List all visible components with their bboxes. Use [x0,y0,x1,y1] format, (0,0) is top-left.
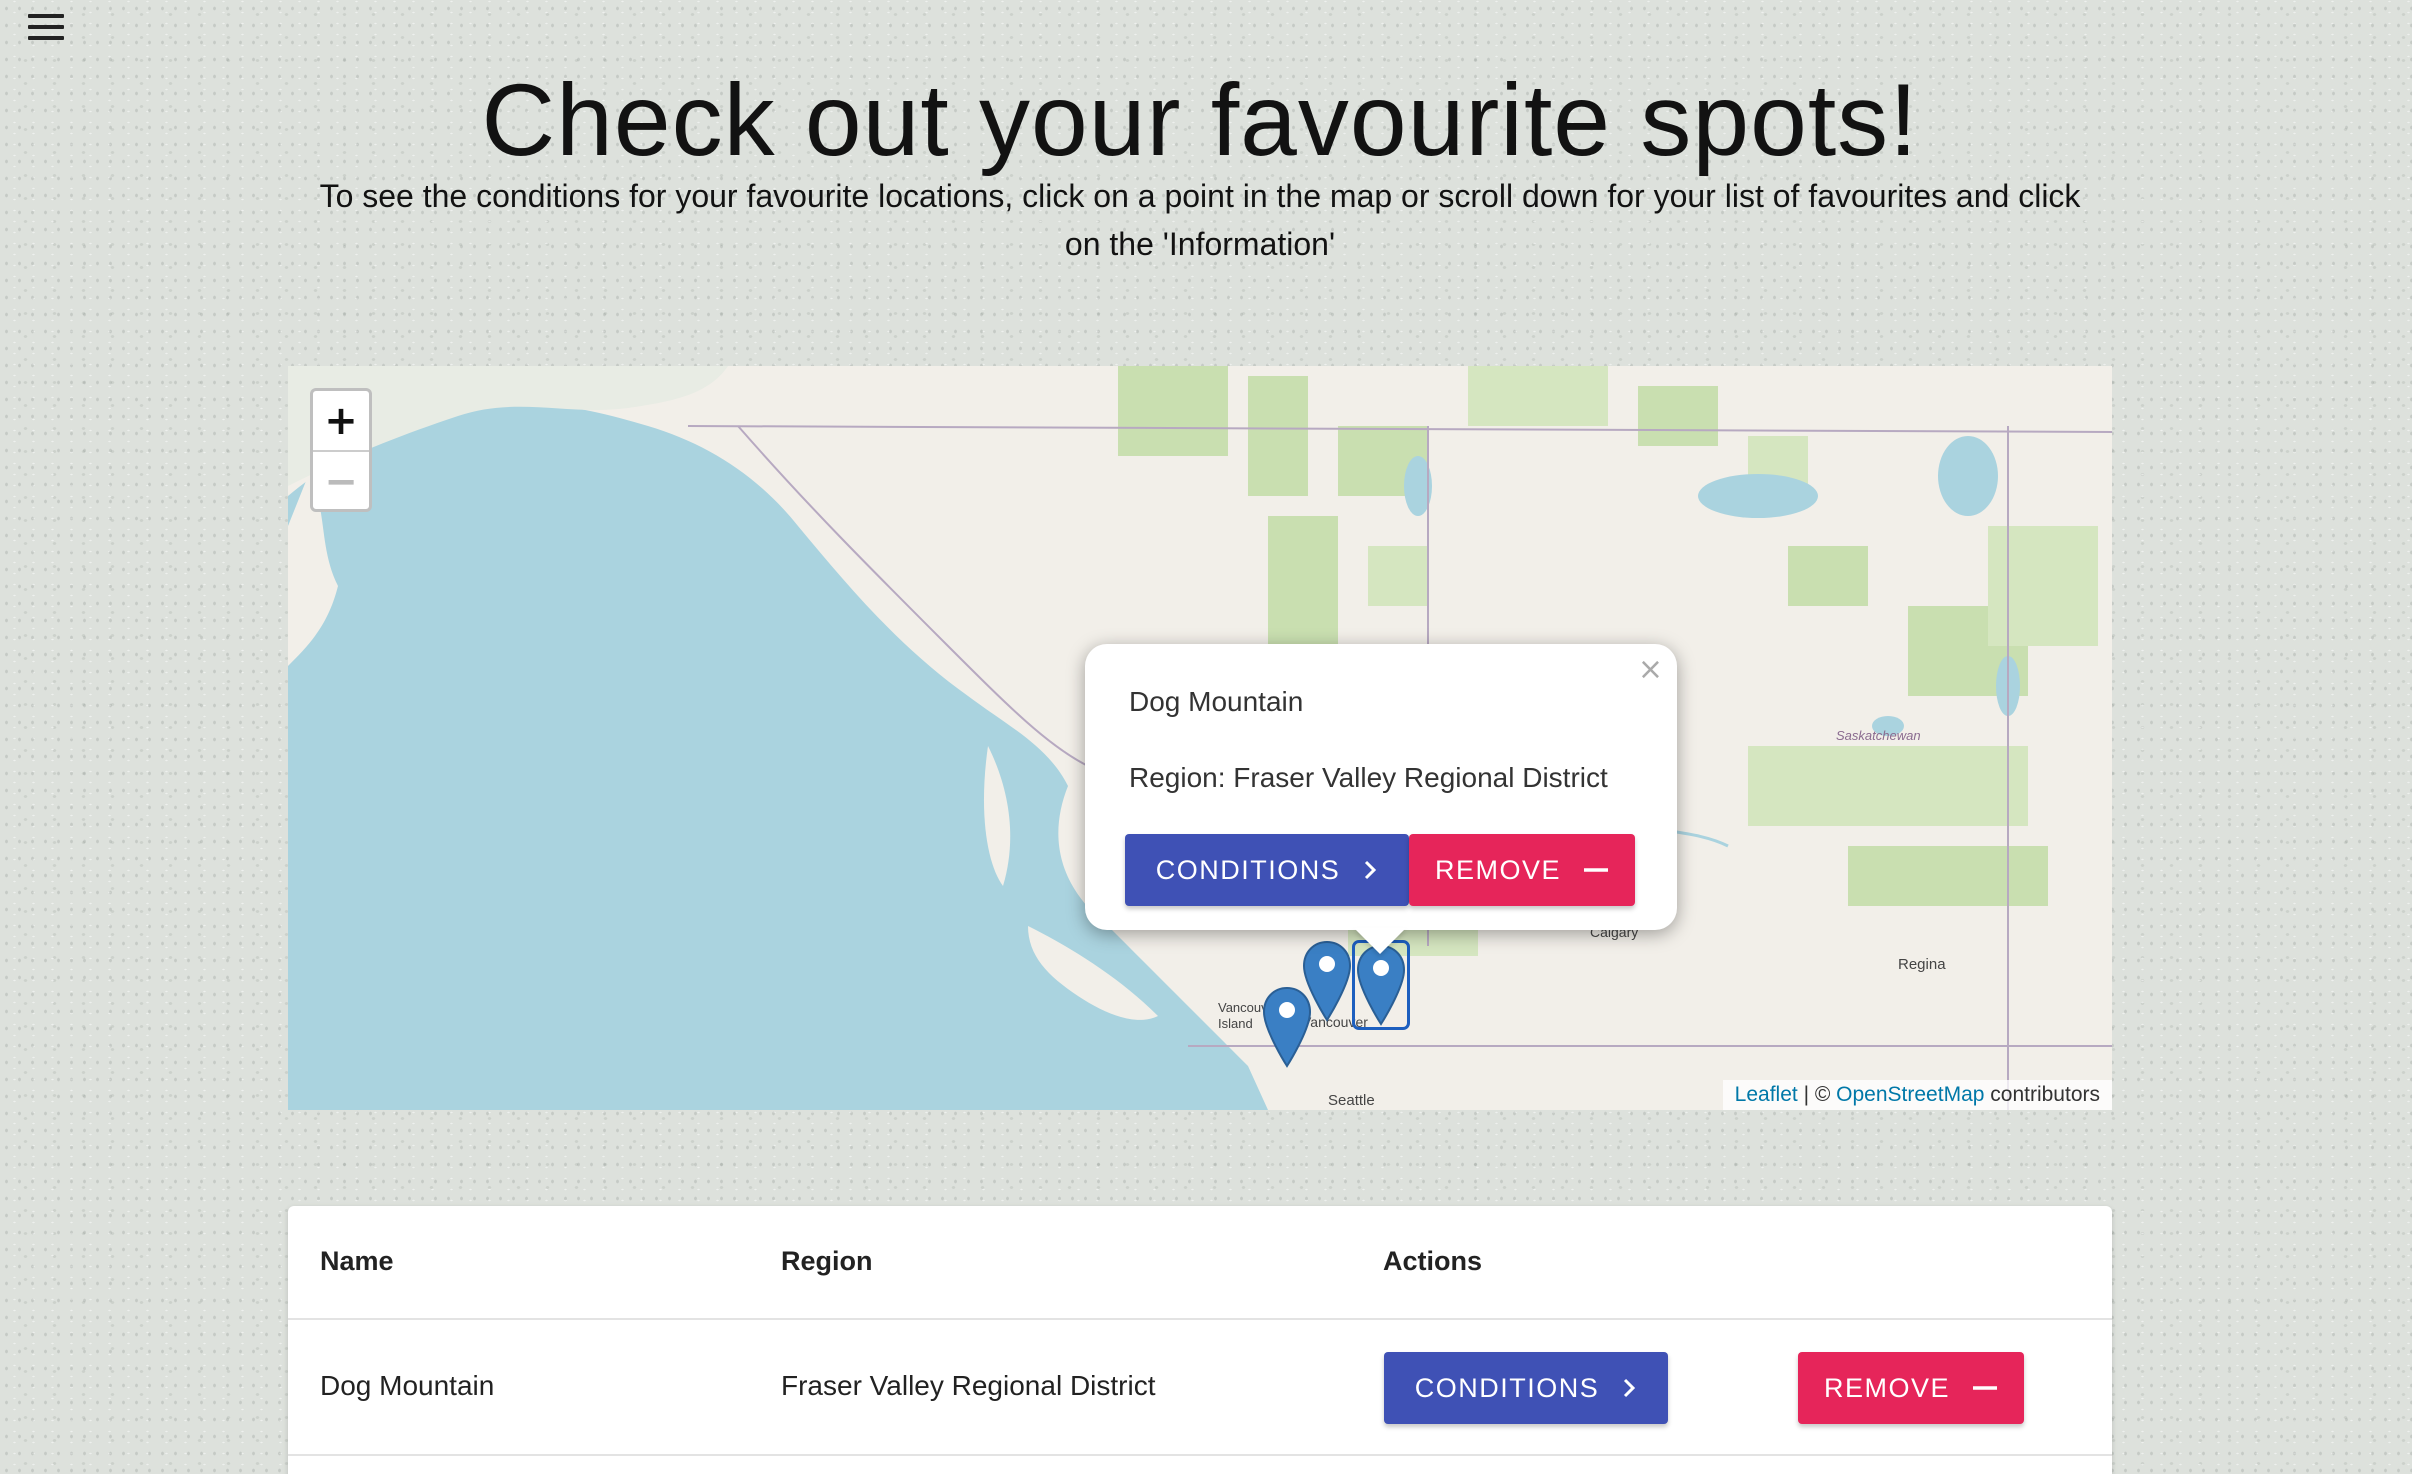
map-marker-selected-pin-icon[interactable] [1352,940,1410,1030]
zoom-control: + − [310,388,372,512]
close-icon[interactable]: × [1638,652,1663,687]
header-divider [288,1318,2112,1320]
attribution-contributors: contributors [1984,1083,2100,1106]
zoom-in-button[interactable]: + [313,391,369,452]
leaflet-link[interactable]: Leaflet [1735,1083,1798,1106]
conditions-button-label: CONDITIONS [1414,1372,1600,1403]
subtitle-line-1: To see the conditions for your favourite… [319,178,2081,214]
map-label-seattle: Seattle [1328,1092,1375,1109]
remove-button-label: REMOVE [1434,854,1562,885]
zoom-out-button[interactable]: − [313,452,369,509]
hamburger-menu-icon[interactable] [28,12,68,42]
column-header-region: Region [781,1246,873,1276]
row-remove-button[interactable]: REMOVE [1798,1352,2024,1424]
subtitle-line-2: on the 'Information' [1064,226,1336,262]
row-name: Dog Mountain [320,1370,495,1401]
minus-icon [1972,1376,1998,1400]
chevron-right-icon [1362,858,1378,882]
row-region: Fraser Valley Regional District [781,1370,1156,1401]
row-divider [288,1454,2112,1456]
map-attribution: Leaflet | © OpenStreetMap contributors [1722,1080,2112,1110]
conditions-button-label: CONDITIONS [1155,854,1341,885]
map-label-saskatchewan: Saskatchewan [1836,728,1921,743]
remove-button-label: REMOVE [1823,1372,1951,1403]
map-label-regina: Regina [1898,956,1946,973]
row-conditions-button[interactable]: CONDITIONS [1384,1352,1668,1424]
favourites-map[interactable]: Seattle Regina Saskatchewan Calgary Vanc… [288,366,2112,1110]
osm-link[interactable]: OpenStreetMap [1836,1083,1984,1106]
page-title: Check out your favourite spots! [481,63,1919,177]
marker-popup: × Dog Mountain Region: Fraser Valley Reg… [1085,644,1677,954]
attribution-separator: | © [1797,1083,1837,1106]
minus-icon [1583,858,1609,882]
popup-conditions-button[interactable]: CONDITIONS [1125,834,1409,906]
map-marker-pin-icon[interactable] [1262,986,1312,1068]
page-subtitle: To see the conditions for your favourite… [280,172,2120,268]
chevron-right-icon [1621,1376,1637,1400]
popup-actions: CONDITIONS REMOVE [1125,834,1635,906]
popup-region: Region: Fraser Valley Regional District [1129,762,1608,793]
popup-location-name: Dog Mountain [1129,686,1304,717]
favourites-table: Name Region Actions Dog Mountain Fraser … [288,1206,2112,1474]
popup-remove-button[interactable]: REMOVE [1409,834,1635,906]
popup-tip [1354,928,1406,954]
column-header-name: Name [320,1246,394,1276]
column-header-actions: Actions [1383,1246,1483,1276]
